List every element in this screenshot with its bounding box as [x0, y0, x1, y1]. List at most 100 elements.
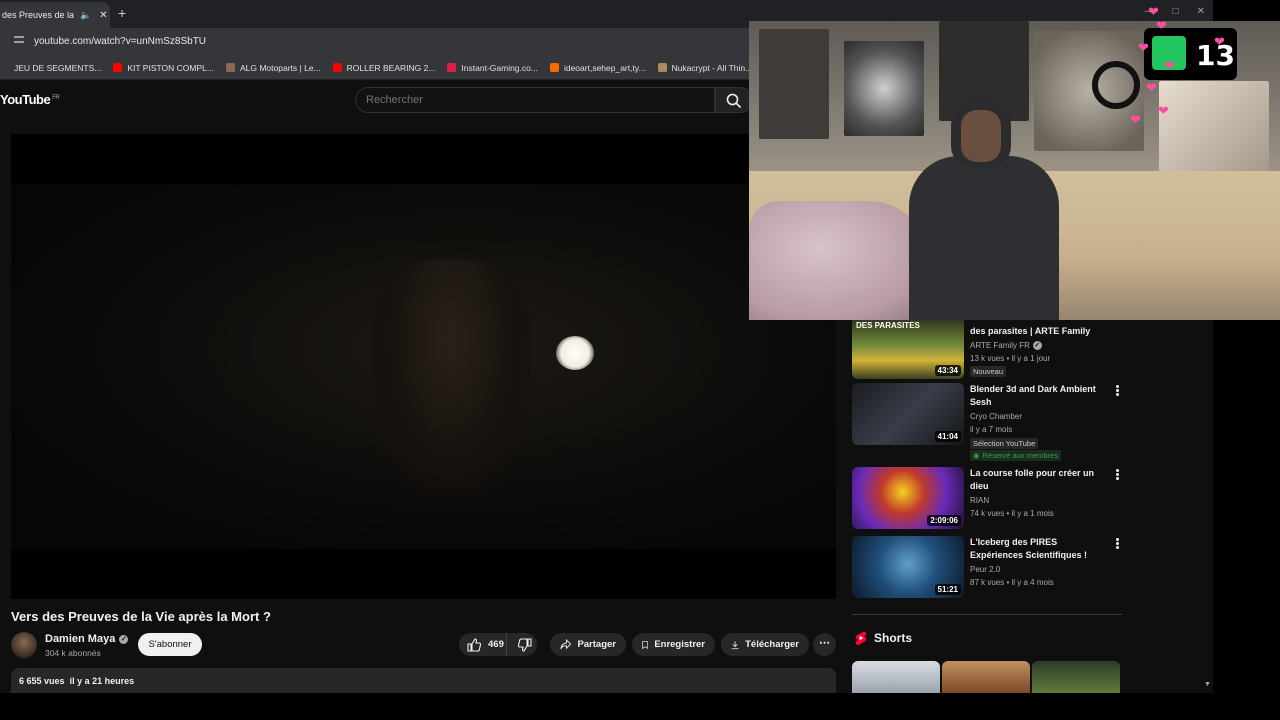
heart-icon: ❤: [1156, 18, 1167, 33]
members-icon: ◉: [973, 451, 980, 460]
bookmark-item[interactable]: ROLLER BEARING 2...: [332, 63, 435, 73]
bookmark-item[interactable]: KIT PISTON COMPL...: [113, 63, 214, 73]
video-title: Vers des Preuves de la Vie après la Mort…: [11, 609, 271, 624]
recommendation-title: La course folle pour créer un dieu: [970, 468, 1095, 491]
subscriber-count: 304 k abonnés: [45, 648, 101, 658]
scroll-down-arrow-icon[interactable]: ▼: [1204, 681, 1211, 688]
download-icon: [731, 640, 739, 649]
recommendation-channel: Cryo Chamber: [970, 412, 1023, 421]
short-thumbnail[interactable]: [1032, 661, 1120, 693]
recommendation-title: Blender 3d and Dark Ambient Sesh: [970, 384, 1096, 407]
search-icon: [726, 93, 742, 109]
video-player[interactable]: [11, 134, 836, 599]
recommendation-item[interactable]: 51:21 L'Iceberg des PIRES Expériences Sc…: [852, 536, 1122, 598]
heart-icon: ❤: [1164, 58, 1175, 73]
close-window-icon[interactable]: ✕: [1197, 6, 1205, 17]
new-badge: Nouveau: [970, 366, 1007, 377]
heart-icon: ❤: [1158, 103, 1169, 118]
upload-age: il y a 21 heures: [69, 676, 135, 686]
thumbnail-caption: DES PARASITES: [856, 321, 920, 330]
bookmark-favicon-icon: [657, 63, 667, 72]
heart-icon: ❤: [1146, 80, 1157, 95]
wall-poster: [759, 29, 829, 139]
video-light-orb: [556, 336, 594, 370]
bookmark-favicon-icon: [549, 63, 559, 72]
like-dislike-group: 469: [459, 633, 537, 656]
duration-badge: 43:34: [934, 365, 961, 376]
like-button[interactable]: 469: [459, 633, 508, 656]
url-field[interactable]: youtube.com/watch?v=unNmSz8SbTU: [34, 36, 206, 47]
bookmark-icon: [642, 640, 649, 649]
ring-light: [1092, 61, 1140, 109]
new-tab-icon[interactable]: +: [118, 5, 126, 21]
close-tab-icon[interactable]: ✕: [99, 10, 107, 21]
save-button[interactable]: Enregistrer: [632, 633, 715, 656]
recommendation-channel: RIAN: [970, 496, 990, 505]
recommendation-title: des parasites | ARTE Family: [970, 326, 1091, 336]
youtube-logo[interactable]: YouTube FR: [0, 92, 60, 107]
video-frame: [11, 184, 836, 549]
video-thumbnail[interactable]: 2:09:06: [852, 467, 964, 529]
search-input[interactable]: [355, 87, 715, 113]
more-actions-button[interactable]: ⋯: [813, 633, 836, 656]
duration-badge: 2:09:06: [927, 515, 961, 526]
download-button[interactable]: Télécharger: [721, 633, 809, 656]
bookmark-item[interactable]: JEU DE SEGMENTS...: [0, 63, 101, 73]
shorts-heading: Shorts: [855, 631, 912, 645]
bookmark-item[interactable]: Nukacrypt - All Thin...: [657, 63, 752, 73]
short-thumbnail[interactable]: [852, 661, 940, 693]
recommendation-item[interactable]: 2:09:06 La course folle pour créer un di…: [852, 467, 1122, 529]
more-options-icon[interactable]: [1114, 538, 1120, 550]
shorts-icon: [855, 631, 867, 645]
members-only-badge: ◉ Réservé aux membres: [970, 450, 1061, 461]
bookmark-item[interactable]: ALG Motoparts | Le...: [225, 63, 321, 73]
channel-name[interactable]: Damien Maya ✓: [45, 633, 129, 645]
sidebar-divider: [852, 614, 1122, 615]
maximize-icon[interactable]: □: [1173, 6, 1179, 17]
duration-badge: 51:21: [934, 584, 961, 595]
blanket: [749, 201, 929, 320]
bookmark-favicon-icon: [332, 63, 342, 72]
recommendation-item[interactable]: DES PARASITES 43:34 des parasites | ARTE…: [852, 317, 1122, 379]
bookmark-favicon-icon: [225, 63, 235, 72]
bookmark-favicon-icon: [113, 63, 123, 72]
heart-icon: ❤: [1214, 34, 1225, 49]
video-thumbnail[interactable]: DES PARASITES 43:34: [852, 317, 964, 379]
bottom-bar: [0, 693, 1280, 720]
video-figure: [371, 259, 531, 489]
short-thumbnail[interactable]: [942, 661, 1030, 693]
like-count: 469: [488, 639, 504, 650]
share-button[interactable]: Partager: [550, 633, 626, 656]
wall-poster: [1159, 81, 1269, 171]
view-count: 6 655 vues: [19, 676, 65, 686]
video-thumbnail[interactable]: 41:04: [852, 383, 964, 445]
duration-badge: 41:04: [934, 431, 961, 442]
recommendation-meta: il y a 7 mois: [970, 425, 1013, 434]
site-settings-icon[interactable]: [14, 36, 26, 48]
more-options-icon[interactable]: [1114, 385, 1120, 397]
subscribe-button[interactable]: S'abonner: [138, 633, 202, 656]
recommendation-title: L'Iceberg des PIRES Expériences Scientif…: [970, 537, 1088, 560]
recommendation-meta: 74 k vues • il y a 1 mois: [970, 509, 1054, 518]
bookmark-favicon-icon: [0, 63, 9, 72]
heart-icon: ❤: [1130, 112, 1141, 127]
bookmark-favicon-icon: [447, 63, 457, 72]
empty-area: [1213, 320, 1280, 693]
recommendation-channel: ARTE Family FR ✓: [970, 341, 1042, 350]
search-button[interactable]: [715, 87, 753, 113]
recommendation-channel: Peur 2.0: [970, 565, 1001, 574]
bookmark-item[interactable]: ideoart,sehep_art,ty...: [549, 63, 646, 73]
recommendation-meta: 13 k vues • il y a 1 jour: [970, 354, 1051, 363]
bookmark-item[interactable]: Instant-Gaming.co...: [447, 63, 538, 73]
video-thumbnail[interactable]: 51:21: [852, 536, 964, 598]
more-options-icon[interactable]: [1114, 469, 1120, 481]
channel-avatar[interactable]: [11, 632, 37, 658]
recommendation-item[interactable]: 41:04 Blender 3d and Dark Ambient Sesh C…: [852, 383, 1122, 463]
speaker-icon[interactable]: 🔈: [80, 10, 91, 21]
browser-tab[interactable]: des Preuves de la V 🔈 ✕: [0, 2, 110, 28]
dislike-button[interactable]: [513, 633, 537, 656]
thumbs-up-icon: [467, 637, 481, 652]
recommendation-meta: 87 k vues • il y a 4 mois: [970, 578, 1054, 587]
description-box[interactable]: 6 655 vues il y a 21 heures: [11, 668, 836, 693]
thumbs-down-icon: [518, 637, 532, 652]
